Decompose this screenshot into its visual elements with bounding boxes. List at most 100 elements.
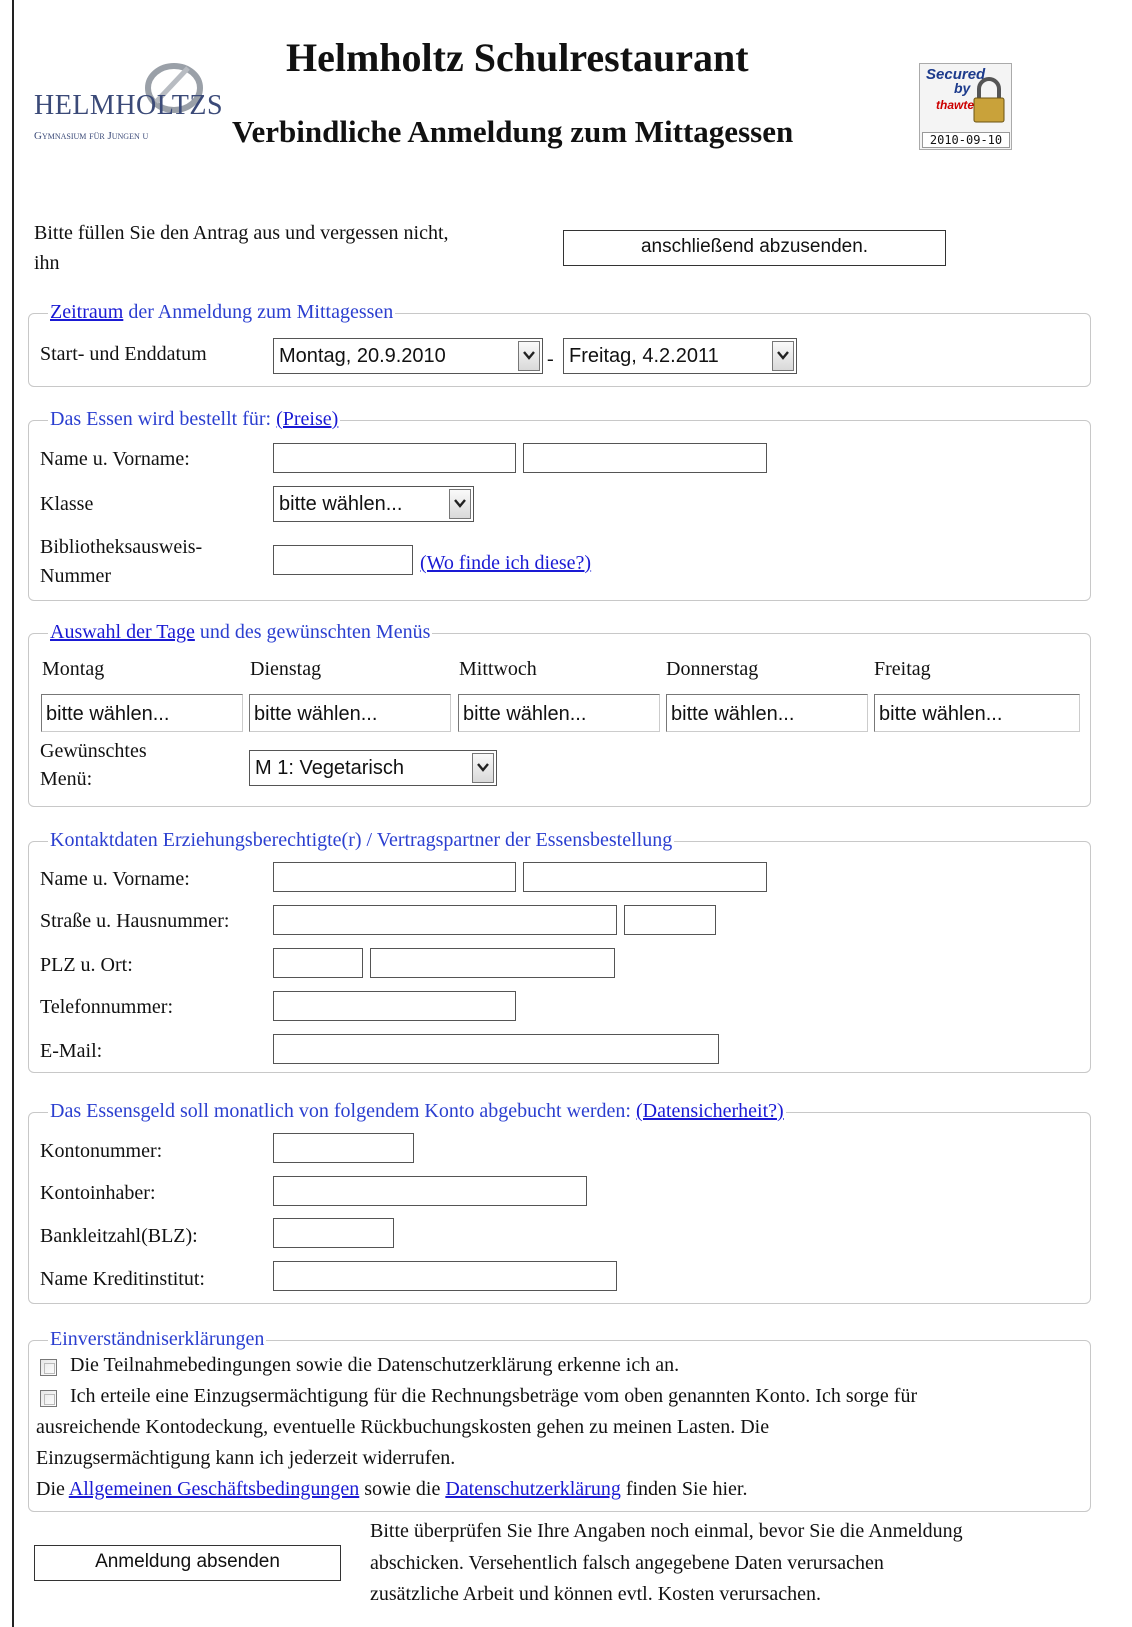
bib-label-line2: Nummer [40, 565, 112, 587]
check2-line3: Einzugsermächtigung kann ich jederzeit w… [36, 1447, 456, 1469]
agb-pre: Die [36, 1478, 69, 1500]
day-select-value: bitte wählen... [879, 703, 1003, 725]
essen-legend: Das Essen wird bestellt für: (Preise) [48, 408, 341, 431]
konto-legend-text: Das Essensgeld soll monatlich von folgen… [50, 1100, 636, 1122]
bib-label-line1: Bibliotheksausweis- [40, 536, 203, 558]
footer-note-line1: Bitte überprüfen Sie Ihre Angaben noch e… [370, 1520, 963, 1542]
parent-lastname-input[interactable] [273, 862, 516, 892]
intro-submit-button[interactable]: anschließend abzusenden. [563, 230, 946, 266]
start-date-select[interactable]: Montag, 20.9.2010 [273, 338, 543, 374]
phone-label: Telefonnummer: [40, 996, 173, 1018]
zeitraum-legend: Zeitraum der Anmeldung zum Mittagessen [48, 301, 396, 324]
chevron-down-icon [772, 341, 794, 371]
housenumber-input[interactable] [624, 905, 716, 935]
kontakt-legend: Kontaktdaten Erziehungsberechtigte(r) / … [48, 829, 675, 852]
einzug-checkbox[interactable] [40, 1390, 57, 1407]
date-separator: - [547, 348, 554, 370]
day-label-wednesday: Mittwoch [459, 658, 537, 680]
padlock-icon [973, 77, 1005, 123]
day-select-value: bitte wählen... [46, 703, 170, 725]
bib-help-link[interactable]: (Wo finde ich diese?) [420, 552, 591, 575]
zeitraum-legend-text: der Anmeldung zum Mittagessen [123, 301, 394, 323]
seal-thawte-text: thawte [936, 98, 975, 112]
agb-line: Die Allgemeinen Geschäftsbedingungen sow… [36, 1478, 747, 1501]
footer-note-line2: abschicken. Versehentlich falsch angegeb… [370, 1552, 884, 1574]
chevron-down-icon [449, 489, 471, 519]
footer-note-line3: zusätzliche Arbeit und können evtl. Kost… [370, 1583, 821, 1605]
child-lastname-input[interactable] [273, 443, 516, 473]
preise-link[interactable]: (Preise) [276, 408, 338, 430]
start-date-value: Montag, 20.9.2010 [279, 345, 446, 367]
day-select-thursday[interactable]: bitte wählen... [666, 694, 868, 732]
menu-select[interactable]: M 1: Vegetarisch [249, 750, 497, 786]
klasse-label: Klasse [40, 493, 94, 515]
datensicherheit-link[interactable]: (Datensicherheit?) [636, 1100, 784, 1122]
ort-input[interactable] [370, 948, 615, 978]
end-date-value: Freitag, 4.2.2011 [569, 345, 719, 367]
menu-label-line1: Gewünschtes [40, 740, 147, 762]
menu-label-line2: Menü: [40, 768, 93, 790]
kontonummer-input[interactable] [273, 1133, 414, 1163]
day-select-value: bitte wählen... [671, 703, 795, 725]
street-label: Straße u. Hausnummer: [40, 910, 230, 932]
email-input[interactable] [273, 1034, 719, 1064]
kontoinhaber-input[interactable] [273, 1176, 587, 1206]
end-date-select[interactable]: Freitag, 4.2.2011 [563, 338, 797, 374]
blz-input[interactable] [273, 1218, 394, 1248]
day-select-value: bitte wählen... [254, 703, 378, 725]
email-label: E-Mail: [40, 1040, 103, 1062]
konto-legend: Das Essensgeld soll monatlich von folgen… [48, 1100, 786, 1123]
day-select-value: bitte wählen... [463, 703, 587, 725]
plz-input[interactable] [273, 948, 363, 978]
day-label-tuesday: Dienstag [250, 658, 322, 680]
logo-subtitle: Gymnasium für Jungen u [34, 130, 149, 142]
parent-firstname-input[interactable] [523, 862, 767, 892]
tage-legend: Auswahl der Tage und des gewünschten Men… [48, 621, 433, 644]
day-select-monday[interactable]: bitte wählen... [41, 694, 243, 732]
day-select-friday[interactable]: bitte wählen... [874, 694, 1080, 732]
klasse-select[interactable]: bitte wählen... [273, 486, 474, 522]
day-select-wednesday[interactable]: bitte wählen... [458, 694, 660, 732]
day-label-thursday: Donnerstag [666, 658, 759, 680]
bank-input[interactable] [273, 1261, 617, 1291]
essen-legend-text: Das Essen wird bestellt für: [50, 408, 277, 430]
agb-post: finden Sie hier. [620, 1478, 748, 1500]
child-firstname-input[interactable] [523, 443, 767, 473]
bank-label: Name Kreditinstitut: [40, 1268, 205, 1290]
check2-line1: Ich erteile eine Einzugsermächtigung für… [70, 1385, 918, 1407]
check2-line2: ausreichende Kontodeckung, eventuelle Rü… [36, 1416, 770, 1438]
chevron-down-icon [472, 753, 494, 783]
day-label-friday: Freitag [874, 658, 931, 680]
klasse-value: bitte wählen... [279, 493, 403, 515]
tage-link[interactable]: Auswahl der Tage [50, 621, 195, 643]
agb-mid: sowie die [359, 1478, 446, 1500]
start-end-label: Start- und Enddatum [40, 343, 207, 365]
child-name-label: Name u. Vorname: [40, 448, 190, 470]
kontoinhaber-label: Kontoinhaber: [40, 1182, 156, 1204]
intro-text-line2: ihn [34, 252, 60, 274]
parent-name-label: Name u. Vorname: [40, 868, 190, 890]
datenschutz-link[interactable]: Datenschutzerklärung [445, 1478, 620, 1500]
page-title: Helmholtz Schulrestaurant [286, 35, 749, 80]
seal-date: 2010-09-10 [922, 132, 1010, 148]
blz-label: Bankleitzahl(BLZ): [40, 1225, 198, 1247]
seal-by-text: by [954, 80, 971, 96]
street-input[interactable] [273, 905, 617, 935]
phone-input[interactable] [273, 991, 516, 1021]
thawte-seal[interactable]: Secured by thawte 2010-09-10 [919, 63, 1012, 150]
logo-name: HELMHOLTZS [34, 90, 224, 121]
intro-text-line1: Bitte füllen Sie den Antrag aus und verg… [34, 222, 449, 244]
bib-number-input[interactable] [273, 545, 413, 575]
page-subtitle: Verbindliche Anmeldung zum Mittagessen [232, 114, 794, 149]
check1-text: Die Teilnahmebedingungen sowie die Daten… [70, 1354, 680, 1376]
agb-link[interactable]: Allgemeinen Geschäftsbedingungen [69, 1478, 359, 1500]
teilnahme-checkbox[interactable] [40, 1359, 57, 1376]
einverstaendnis-legend: Einverständniserklärungen [48, 1328, 267, 1351]
school-logo: HELMHOLTZS Gymnasium für Jungen u [30, 58, 224, 148]
menu-value: M 1: Vegetarisch [255, 757, 404, 779]
tage-legend-text: und des gewünschten Menüs [194, 621, 431, 643]
zeitraum-link[interactable]: Zeitraum [50, 301, 123, 323]
submit-registration-button[interactable]: Anmeldung absenden [34, 1545, 341, 1581]
day-label-monday: Montag [42, 658, 105, 680]
day-select-tuesday[interactable]: bitte wählen... [249, 694, 451, 732]
